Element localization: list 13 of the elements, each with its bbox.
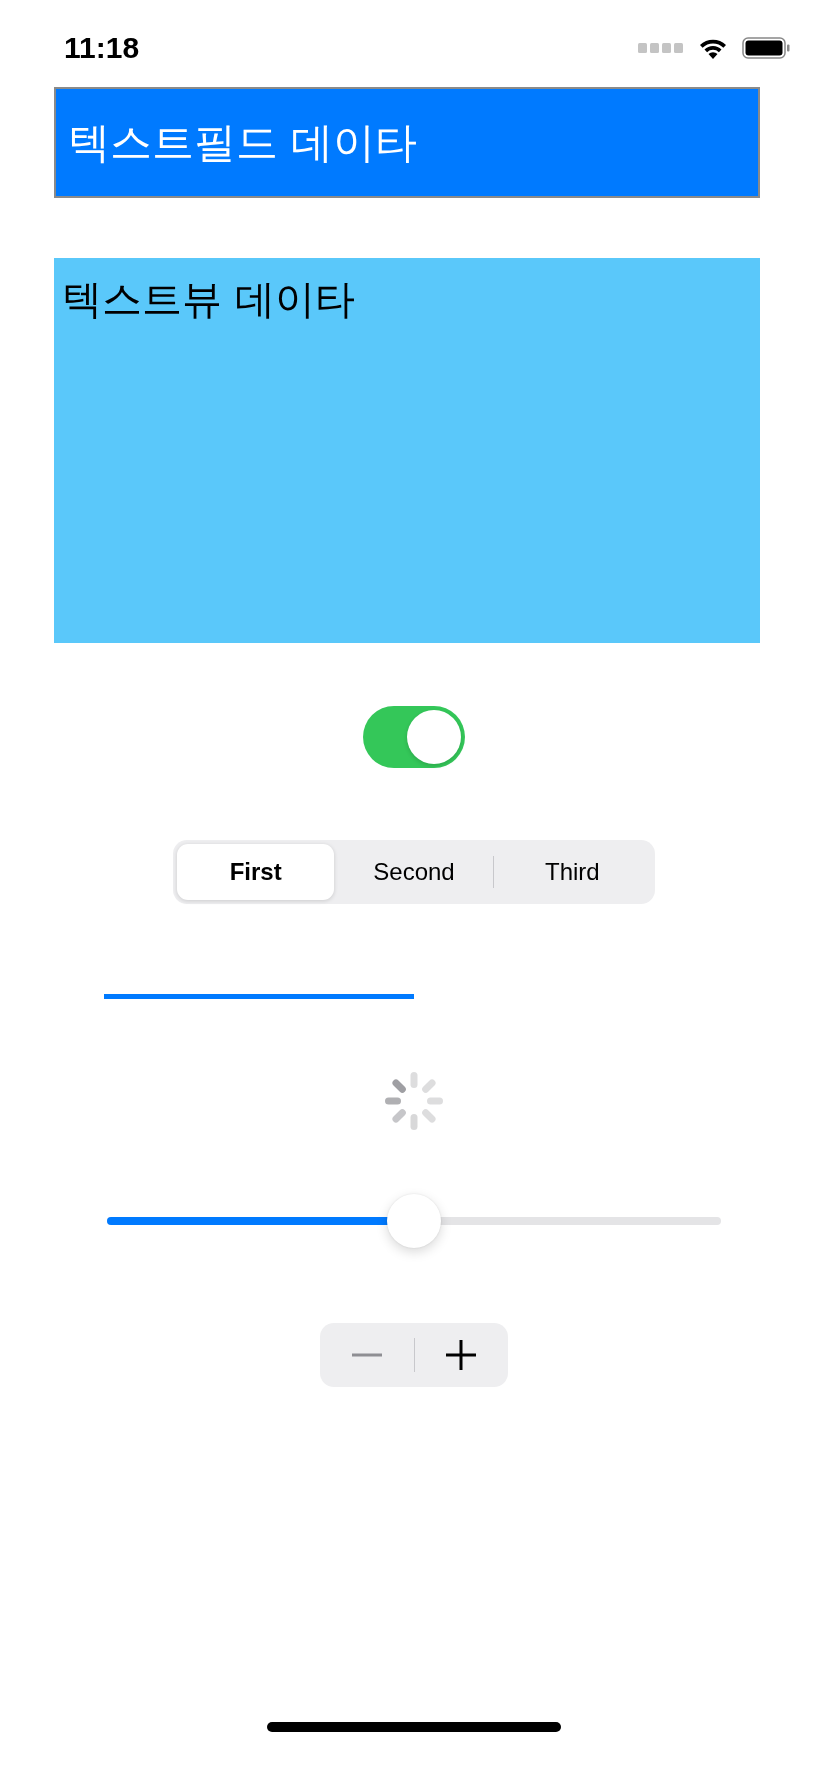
plus-icon — [446, 1340, 477, 1370]
segment-tab[interactable]: Second — [335, 844, 493, 900]
status-time: 11:18 — [64, 30, 140, 66]
minus-icon — [351, 1353, 382, 1357]
text-view[interactable]: 텍스트뷰 데이타 — [54, 258, 760, 643]
segment-tab[interactable]: First — [177, 844, 335, 900]
battery-icon — [742, 37, 790, 59]
segment-tab[interactable]: Third — [493, 844, 651, 900]
activity-indicator — [384, 1071, 444, 1131]
wifi-icon — [698, 37, 728, 59]
slider-thumb[interactable] — [387, 1194, 441, 1248]
signal-icon — [638, 42, 684, 54]
text-field[interactable]: 텍스트필드 데이타 — [54, 87, 760, 198]
